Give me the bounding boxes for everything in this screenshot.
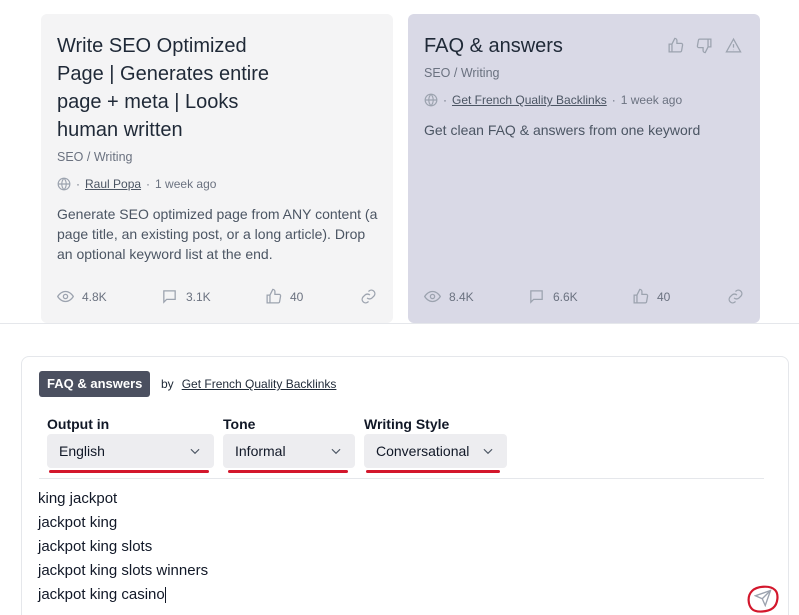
copy-link-button[interactable]	[727, 288, 744, 305]
author-link[interactable]: Get French Quality Backlinks	[182, 377, 337, 391]
card-actions	[667, 37, 742, 54]
card-stats: 4.8K 3.1K 40	[57, 288, 377, 305]
card-description: Generate SEO optimized page from ANY con…	[57, 206, 378, 262]
meta-separator: ·	[443, 93, 447, 107]
comments-count: 6.6K	[553, 289, 578, 304]
thumbs-up-icon[interactable]	[667, 37, 684, 54]
card-description: Get clean FAQ & answers from one keyword	[424, 122, 701, 138]
eye-icon	[57, 290, 74, 303]
send-button[interactable]	[746, 583, 780, 613]
likes-stat[interactable]: 40	[632, 288, 722, 305]
keyword-line: king jackpot	[38, 490, 118, 507]
select-value: Informal	[235, 443, 286, 459]
warning-icon[interactable]	[725, 37, 742, 54]
card-time: 1 week ago	[620, 93, 683, 107]
highlight-underline	[49, 470, 209, 473]
eye-icon	[424, 290, 441, 303]
prompt-card-faq[interactable]: FAQ & answers SEO / Writing · Get French…	[408, 14, 760, 323]
output-language-select[interactable]: English	[47, 434, 214, 468]
text-caret	[164, 587, 166, 604]
card-title[interactable]: FAQ & answers	[424, 32, 563, 60]
comments-stat: 3.1K	[161, 288, 265, 305]
chevron-down-icon	[331, 448, 341, 455]
comments-count: 3.1K	[186, 289, 211, 304]
author-link[interactable]: Raul Popa	[85, 177, 141, 191]
chevron-down-icon	[483, 448, 493, 455]
highlight-underline	[228, 470, 348, 473]
card-stats: 8.4K 6.6K 40	[424, 288, 744, 305]
meta-separator: ·	[611, 93, 616, 107]
globe-icon	[424, 93, 438, 107]
card-time: 1 week ago	[155, 177, 217, 191]
section-divider	[0, 323, 799, 324]
send-icon[interactable]	[754, 589, 772, 607]
chevron-down-icon	[190, 448, 200, 455]
likes-count: 40	[290, 289, 304, 304]
thumbs-up-icon[interactable]	[265, 288, 282, 305]
output-language-label: Output in	[47, 416, 110, 432]
prompt-card-seo-page[interactable]: Write SEO Optimized Page | Generates ent…	[41, 14, 393, 323]
select-value: Conversational	[376, 443, 470, 459]
views-stat: 4.8K	[57, 288, 161, 305]
highlight-underline	[366, 470, 500, 473]
keyword-line: jackpot king slots	[38, 538, 153, 555]
form-separator	[39, 478, 764, 479]
prompt-author: by Get French Quality Backlinks	[161, 377, 336, 391]
likes-stat[interactable]: 40	[265, 288, 355, 305]
keyword-text: jackpot king casino	[38, 586, 165, 603]
likes-count: 40	[657, 289, 671, 304]
card-title[interactable]: Write SEO Optimized Page | Generates ent…	[57, 32, 287, 144]
active-prompt-badge[interactable]: FAQ & answers	[39, 371, 151, 397]
views-stat: 8.4K	[424, 288, 528, 305]
card-meta: · Get French Quality Backlinks · 1 week …	[424, 93, 682, 107]
link-icon[interactable]	[360, 288, 377, 305]
thumbs-up-icon[interactable]	[632, 288, 649, 305]
comment-icon	[530, 290, 543, 304]
comment-icon	[163, 290, 176, 304]
card-category: SEO / Writing	[57, 150, 133, 164]
keyword-line-last: jackpot king casino	[38, 583, 208, 607]
link-icon[interactable]	[727, 288, 744, 305]
views-count: 4.8K	[82, 289, 107, 304]
writing-style-label: Writing Style	[364, 416, 450, 432]
card-meta: · Raul Popa · 1 week ago	[57, 177, 216, 191]
select-value: English	[59, 443, 105, 459]
copy-link-button[interactable]	[360, 288, 377, 305]
comments-stat: 6.6K	[528, 288, 632, 305]
keyword-line: jackpot king slots winners	[38, 562, 209, 579]
tone-label: Tone	[223, 416, 256, 432]
meta-separator: ·	[76, 177, 80, 191]
card-category: SEO / Writing	[424, 66, 500, 80]
prompt-panel: FAQ & answers by Get French Quality Back…	[21, 356, 789, 615]
author-link[interactable]: Get French Quality Backlinks	[452, 93, 607, 107]
keyword-line: jackpot king	[38, 514, 118, 531]
thumbs-down-icon[interactable]	[696, 37, 713, 54]
meta-separator: ·	[146, 177, 151, 191]
globe-icon	[57, 177, 71, 191]
views-count: 8.4K	[449, 289, 474, 304]
prompt-textarea[interactable]: king jackpot jackpot king jackpot king s…	[38, 487, 208, 607]
by-label: by	[161, 377, 174, 391]
tone-select[interactable]: Informal	[223, 434, 355, 468]
writing-style-select[interactable]: Conversational	[364, 434, 507, 468]
